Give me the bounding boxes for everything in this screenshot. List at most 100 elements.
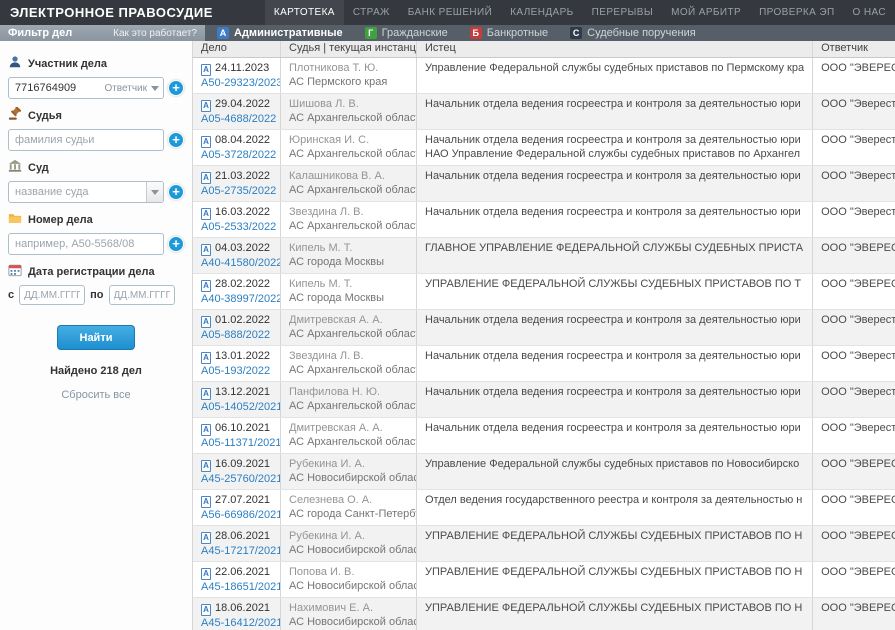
plaintiff-name: Начальник отдела ведения госреестра и ко… <box>425 313 804 327</box>
judge-input[interactable] <box>8 129 164 151</box>
case-number-link[interactable]: А50-29323/2023 <box>201 76 272 90</box>
table-row[interactable]: А28.02.2022А40-38997/2022Кипель М. Т.АС … <box>193 274 895 310</box>
case-type-tab-1[interactable]: Г Гражданские <box>365 27 448 39</box>
case-type-tab-3[interactable]: ССудебные поручения <box>570 27 696 39</box>
case-number-link[interactable]: А05-4688/2022 <box>201 112 272 126</box>
table-row[interactable]: А01.02.2022А05-888/2022Дмитревская А. А.… <box>193 310 895 346</box>
judge-name: Плотникова Т. Ю. <box>289 61 408 75</box>
court-name: АС города Санкт-Петербурга и Ленинградс <box>289 507 408 521</box>
add-case-number-button[interactable]: + <box>168 236 184 252</box>
table-row[interactable]: А21.03.2022А05-2735/2022Калашникова В. А… <box>193 166 895 202</box>
court-name: АС Архангельской области <box>289 111 408 125</box>
table-row[interactable]: А28.06.2021А45-17217/2021Рубекина И. А.А… <box>193 526 895 562</box>
date-to-input[interactable] <box>109 285 175 305</box>
case-number-link[interactable]: А45-25760/2021 <box>201 472 272 486</box>
plaintiff-name: Начальник отдела ведения госреестра и ко… <box>425 169 804 183</box>
table-row[interactable]: А27.07.2021А56-66986/2021Селезнева О. А.… <box>193 490 895 526</box>
case-number-link[interactable]: А05-193/2022 <box>201 364 272 378</box>
court-name: АС Новосибирской области <box>289 543 408 557</box>
case-number-link[interactable]: А05-11371/2021 <box>201 436 272 450</box>
case-number-link[interactable]: А45-18651/2021 <box>201 580 272 594</box>
defendant-name: ООО "ЭВЕРЕСТ" <box>813 598 895 630</box>
court-name: АС города Москвы <box>289 255 408 269</box>
case-number-link[interactable]: А05-888/2022 <box>201 328 272 342</box>
case-type-tab-2[interactable]: ББанкротные <box>470 27 548 39</box>
plaintiff-name: Начальник отдела ведения госреестра и ко… <box>425 421 804 435</box>
plaintiff-name: УПРАВЛЕНИЕ ФЕДЕРАЛЬНОЙ СЛУЖБЫ СУДЕБНЫХ П… <box>425 529 804 543</box>
table-row[interactable]: А16.09.2021А45-25760/2021Рубекина И. А.А… <box>193 454 895 490</box>
nav-item-6[interactable]: ПРОВЕРКА ЭП <box>750 0 843 25</box>
case-number-link[interactable]: А40-38997/2022 <box>201 292 272 306</box>
table-body: А24.11.2023А50-29323/2023Плотникова Т. Ю… <box>193 58 895 630</box>
table-row[interactable]: А13.01.2022А05-193/2022Звездина Л. В.АС … <box>193 346 895 382</box>
column-header-plaintiff: Истец <box>417 41 813 57</box>
add-judge-button[interactable]: + <box>168 132 184 148</box>
reg-date-label: Дата регистрации дела <box>28 266 155 278</box>
add-court-button[interactable]: + <box>168 184 184 200</box>
filter-bar: Фильтр дел Как это работает? ААдминистра… <box>0 25 895 41</box>
case-type-tab-label: Административные <box>234 27 343 39</box>
nav-item-2[interactable]: БАНК РЕШЕНИЙ <box>399 0 501 25</box>
defendant-name: ООО "ЭВЕРЕСТ" <box>813 526 895 561</box>
participant-role-select[interactable]: Ответчик <box>104 77 159 99</box>
judge-name: Нахимович Е. А. <box>289 601 408 615</box>
case-date: 18.06.2021 <box>215 602 270 614</box>
case-type-icon: А <box>201 352 211 364</box>
table-row[interactable]: А13.12.2021А05-14052/2021Панфилова Н. Ю.… <box>193 382 895 418</box>
chevron-down-icon <box>151 190 159 195</box>
judge-name: Юринская И. С. <box>289 133 408 147</box>
plaintiff-name: УПРАВЛЕНИЕ ФЕДЕРАЛЬНОЙ СЛУЖБЫ СУДЕБНЫХ П… <box>425 565 804 579</box>
how-it-works-link[interactable]: Как это работает? <box>113 28 197 39</box>
case-number-link[interactable]: А05-3728/2022 <box>201 148 272 162</box>
judge-name: Панфилова Н. Ю. <box>289 385 408 399</box>
court-name: АС Архангельской области <box>289 147 408 161</box>
plaintiff-name: Управление Федеральной службы судебных п… <box>425 457 804 471</box>
case-type-tab-0[interactable]: ААдминистративные <box>217 27 343 39</box>
plaintiff-name: УПРАВЛЕНИЕ ФЕДЕРАЛЬНОЙ СЛУЖБЫ СУДЕБНЫХ П… <box>425 277 804 291</box>
nav-item-7[interactable]: О НАС <box>844 0 895 25</box>
nav-item-4[interactable]: ПЕРЕРЫВЫ <box>583 0 662 25</box>
case-number-input[interactable] <box>8 233 164 255</box>
court-dropdown-button[interactable] <box>146 182 163 202</box>
nav-item-0[interactable]: КАРТОТЕКА <box>265 0 344 25</box>
case-number-link[interactable]: А05-2533/2022 <box>201 220 272 234</box>
case-type-tab-label: Гражданские <box>382 27 448 39</box>
case-type-icon: А <box>201 172 211 184</box>
add-participant-button[interactable]: + <box>168 80 184 96</box>
court-name: АС Архангельской области <box>289 399 408 413</box>
case-type-icon: А <box>201 64 211 76</box>
table-row[interactable]: А08.04.2022А05-3728/2022Юринская И. С.АС… <box>193 130 895 166</box>
nav-item-3[interactable]: КАЛЕНДАРЬ <box>501 0 582 25</box>
case-number-link[interactable]: А40-41580/2022 <box>201 256 272 270</box>
calendar-icon <box>8 263 22 280</box>
nav-item-5[interactable]: МОЙ АРБИТР <box>662 0 750 25</box>
court-name: АС Архангельской области <box>289 219 408 233</box>
defendant-name: ООО "Эверест" <box>813 346 895 381</box>
case-number-link[interactable]: А56-66986/2021 <box>201 508 272 522</box>
court-name: АС Новосибирской области <box>289 471 408 485</box>
table-row[interactable]: А06.10.2021А05-11371/2021Дмитревская А. … <box>193 418 895 454</box>
case-number-link[interactable]: А05-2735/2022 <box>201 184 272 198</box>
results-count: Найдено 218 дел <box>8 365 184 377</box>
case-date: 04.03.2022 <box>215 242 270 254</box>
case-type-icon: А <box>201 532 211 544</box>
case-type-tab-label: Судебные поручения <box>587 27 696 39</box>
case-number-link[interactable]: А05-14052/2021 <box>201 400 272 414</box>
reset-all-link[interactable]: Сбросить все <box>8 389 184 401</box>
table-row[interactable]: А16.03.2022А05-2533/2022Звездина Л. В.АС… <box>193 202 895 238</box>
nav-item-1[interactable]: СТРАЖ <box>344 0 399 25</box>
table-row[interactable]: А18.06.2021А45-16412/2021Нахимович Е. А.… <box>193 598 895 630</box>
defendant-name: ООО "ЭВЕРЕСТ" <box>813 238 895 273</box>
search-button[interactable]: Найти <box>57 325 135 350</box>
case-date: 08.04.2022 <box>215 134 270 146</box>
case-type-letter-icon: Г <box>365 27 377 39</box>
case-number-link[interactable]: А45-16412/2021 <box>201 616 272 630</box>
case-number-link[interactable]: А45-17217/2021 <box>201 544 272 558</box>
court-name: АС Новосибирской области <box>289 615 408 629</box>
table-row[interactable]: А22.06.2021А45-18651/2021Попова И. В.АС … <box>193 562 895 598</box>
court-input[interactable] <box>8 181 164 203</box>
table-row[interactable]: А04.03.2022А40-41580/2022Кипель М. Т.АС … <box>193 238 895 274</box>
table-row[interactable]: А29.04.2022А05-4688/2022Шишова Л. В.АС А… <box>193 94 895 130</box>
date-from-input[interactable] <box>19 285 85 305</box>
table-row[interactable]: А24.11.2023А50-29323/2023Плотникова Т. Ю… <box>193 58 895 94</box>
